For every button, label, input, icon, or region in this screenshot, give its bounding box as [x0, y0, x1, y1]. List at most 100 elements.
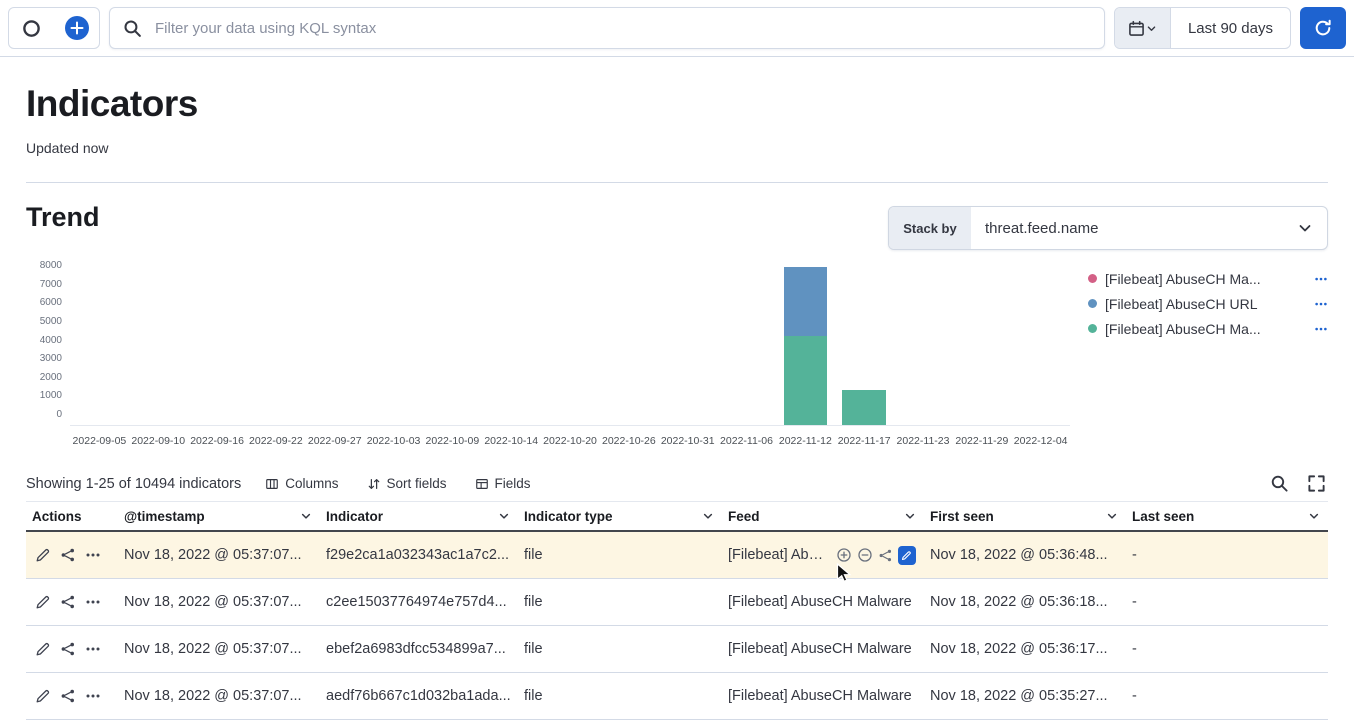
filter-out-icon[interactable] — [857, 547, 873, 563]
column-menu-chevron-icon[interactable] — [1308, 510, 1320, 522]
column-menu-chevron-icon[interactable] — [702, 510, 714, 522]
x-axis-label: 2022-10-09 — [423, 435, 482, 447]
indicator-cell: f29e2ca1a032343ac1a7c2... — [320, 532, 518, 578]
timestamp-cell: Nov 18, 2022 @ 05:37:07... — [118, 532, 320, 578]
copy-to-clipboard-button[interactable] — [898, 546, 916, 565]
edit-icon[interactable] — [35, 594, 51, 610]
legend-item[interactable]: [Filebeat] AbuseCH URL — [1088, 291, 1328, 316]
feed-cell: [Filebeat] AbuseCH Malware — [722, 626, 924, 672]
column-header-first-seen[interactable]: First seen — [924, 502, 1126, 530]
fullscreen-button[interactable] — [1305, 472, 1328, 495]
legend-label: [Filebeat] AbuseCH URL — [1105, 296, 1258, 312]
legend-more-icon[interactable] — [1314, 322, 1328, 336]
refresh-button[interactable] — [1300, 7, 1346, 49]
more-actions-icon[interactable] — [85, 641, 101, 657]
last-seen-cell: - — [1126, 626, 1328, 672]
calendar-icon — [1128, 20, 1145, 37]
updated-status: Updated now — [26, 140, 1328, 156]
y-axis-tick: 1000 — [40, 390, 62, 402]
legend-label: [Filebeat] AbuseCH Ma... — [1105, 271, 1261, 287]
y-axis-tick: 5000 — [40, 316, 62, 328]
date-range-button[interactable]: Last 90 days — [1171, 8, 1290, 48]
investigate-in-timeline-icon[interactable] — [60, 594, 76, 610]
trend-chart-xaxis: 2022-09-052022-09-102022-09-162022-09-22… — [70, 435, 1070, 447]
more-actions-icon[interactable] — [85, 688, 101, 704]
trend-section: Trend Stack by threat.feed.name 01000200… — [0, 183, 1354, 447]
table-row[interactable]: Nov 18, 2022 @ 05:37:07... aedf76b667c1d… — [26, 673, 1328, 720]
edit-icon[interactable] — [35, 547, 51, 563]
edit-icon[interactable] — [35, 641, 51, 657]
y-axis-tick: 0 — [56, 409, 62, 421]
investigate-in-timeline-icon[interactable] — [60, 688, 76, 704]
x-axis-label: 2022-09-27 — [305, 435, 364, 447]
table-header: Actions @timestamp Indicator Indicator t… — [26, 501, 1328, 532]
column-header-timestamp[interactable]: @timestamp — [118, 502, 320, 530]
feed-cell: [Filebeat] AbuseCH Malware — [722, 579, 924, 625]
y-axis-tick: 6000 — [40, 297, 62, 309]
search-icon — [123, 19, 142, 38]
y-axis-tick: 7000 — [40, 279, 62, 291]
column-header-indicator[interactable]: Indicator — [320, 502, 518, 530]
page-title: Indicators — [26, 84, 1328, 124]
x-axis-label: 2022-11-23 — [894, 435, 953, 447]
columns-icon — [265, 477, 279, 491]
row-actions — [26, 673, 118, 719]
x-axis-label: 2022-09-10 — [129, 435, 188, 447]
inspect-button[interactable] — [1268, 472, 1291, 495]
chevron-down-icon — [1297, 220, 1313, 236]
row-actions — [26, 579, 118, 625]
x-axis-label: 2022-10-14 — [482, 435, 541, 447]
filter-in-icon[interactable] — [836, 547, 852, 563]
bar-segment[interactable] — [784, 336, 828, 425]
legend-more-icon[interactable] — [1314, 297, 1328, 311]
inspect-icon — [1270, 474, 1289, 493]
x-axis-label: 2022-09-16 — [188, 435, 247, 447]
column-menu-chevron-icon[interactable] — [904, 510, 916, 522]
indicator-type-cell: file — [518, 673, 722, 719]
add-filter-button[interactable] — [57, 9, 97, 47]
row-actions — [26, 626, 118, 672]
bar-segment[interactable] — [842, 390, 886, 425]
legend-item[interactable]: [Filebeat] AbuseCH Ma... — [1088, 316, 1328, 341]
column-menu-chevron-icon[interactable] — [300, 510, 312, 522]
row-actions — [26, 532, 118, 578]
saved-query-menu-button[interactable] — [12, 9, 52, 47]
feed-cell: [Filebeat] AbuseCH Malware — [722, 673, 924, 719]
results-summary: Showing 1-25 of 10494 indicators — [26, 476, 241, 492]
column-header-indicator-type[interactable]: Indicator type — [518, 502, 722, 530]
fields-button[interactable]: Fields — [471, 474, 535, 493]
investigate-in-timeline-icon[interactable] — [60, 547, 76, 563]
chevron-down-icon — [1146, 23, 1157, 34]
columns-button[interactable]: Columns — [261, 474, 342, 493]
table-row[interactable]: Nov 18, 2022 @ 05:37:07... ebef2a6983dfc… — [26, 626, 1328, 673]
legend-label: [Filebeat] AbuseCH Ma... — [1105, 321, 1261, 337]
add-to-timeline-icon[interactable] — [878, 548, 893, 563]
table-row[interactable]: Nov 18, 2022 @ 05:37:07... f29e2ca1a0323… — [26, 532, 1328, 579]
edit-icon[interactable] — [35, 688, 51, 704]
kql-search-input[interactable] — [153, 19, 1091, 38]
investigate-in-timeline-icon[interactable] — [60, 641, 76, 657]
sort-fields-button[interactable]: Sort fields — [363, 474, 451, 493]
page-header: Indicators Updated now — [0, 57, 1354, 156]
column-menu-chevron-icon[interactable] — [498, 510, 510, 522]
column-header-feed[interactable]: Feed — [722, 502, 924, 530]
column-menu-chevron-icon[interactable] — [1106, 510, 1118, 522]
column-header-last-seen[interactable]: Last seen — [1126, 502, 1328, 530]
more-actions-icon[interactable] — [85, 547, 101, 563]
bar-segment[interactable] — [784, 267, 828, 336]
legend-dot — [1088, 299, 1097, 308]
date-quick-select-button[interactable] — [1115, 8, 1171, 48]
x-axis-label: 2022-11-17 — [835, 435, 894, 447]
legend-item[interactable]: [Filebeat] AbuseCH Ma... — [1088, 266, 1328, 291]
legend-more-icon[interactable] — [1314, 272, 1328, 286]
y-axis-tick: 8000 — [40, 260, 62, 272]
first-seen-cell: Nov 18, 2022 @ 05:35:27... — [924, 673, 1126, 719]
top-search-bar: Last 90 days — [0, 0, 1354, 57]
results-toolbar: Showing 1-25 of 10494 indicators Columns… — [26, 472, 1328, 495]
more-actions-icon[interactable] — [85, 594, 101, 610]
kql-search-box[interactable] — [109, 7, 1105, 49]
stack-by-select[interactable]: threat.feed.name — [971, 207, 1327, 249]
table-row[interactable]: Nov 18, 2022 @ 05:37:07... c2ee150377649… — [26, 579, 1328, 626]
saved-query-menu-icon — [22, 19, 41, 38]
indicator-type-cell: file — [518, 579, 722, 625]
